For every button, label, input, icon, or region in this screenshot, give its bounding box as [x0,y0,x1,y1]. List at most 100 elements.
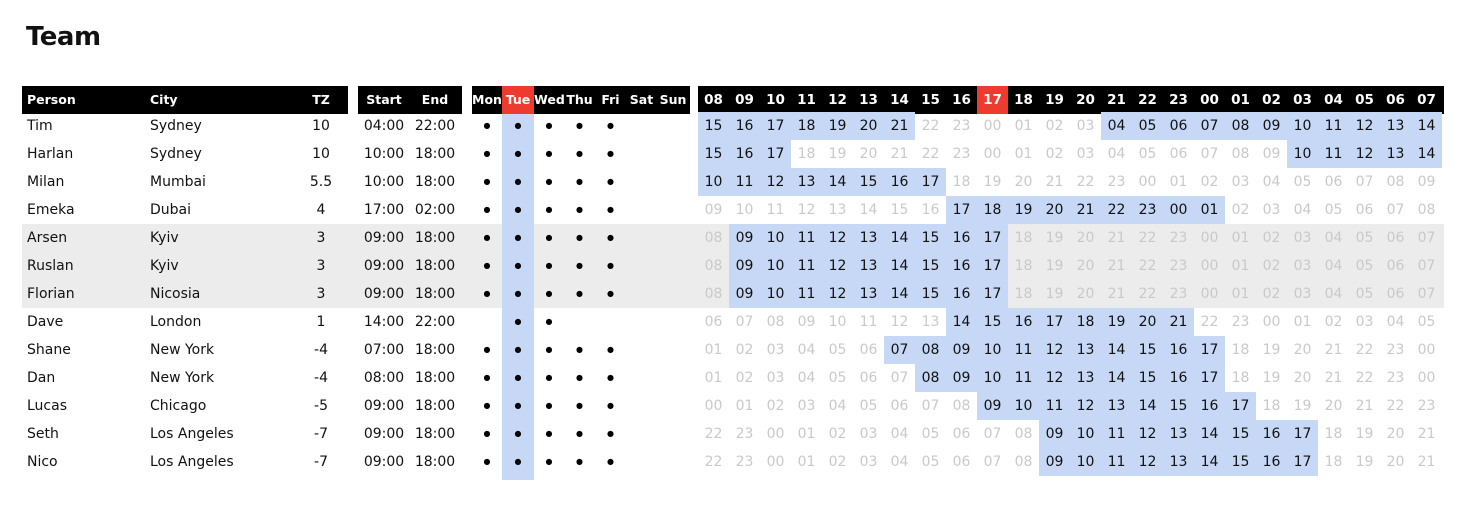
local-hour-cell: 14 [890,230,909,246]
local-hour-cell: 19 [1355,426,1374,442]
person-name: Harlan [27,146,74,162]
local-hour-cell: 13 [1169,426,1188,442]
local-hour-cell: 08 [1231,146,1250,162]
header-hour-19: 19 [1045,92,1064,108]
local-hour-cell: 13 [1076,342,1095,358]
local-hour-cell: 03 [1262,202,1281,218]
local-hour-cell: 11 [859,314,878,330]
local-hour-cell: 23 [952,118,971,134]
header-day-thu: Thu [566,92,593,107]
local-hour-cell: 00 [983,146,1002,162]
local-hour-cell: 09 [797,314,816,330]
header-hour-07: 07 [1417,92,1436,108]
header-hour-01: 01 [1231,92,1250,108]
workday-dot-fri: ● [607,289,614,298]
local-hour-cell: 02 [828,426,847,442]
local-hour-cell: 21 [1324,342,1343,358]
header-hour-11: 11 [797,92,816,108]
local-hour-cell: 21 [1355,398,1374,414]
local-hour-cell: 14 [1107,342,1126,358]
person-tz: 10 [312,146,330,162]
local-hour-cell: 11 [1107,454,1126,470]
workday-dot-tue: ● [514,429,522,438]
local-hour-cell: 23 [1169,230,1188,246]
local-hour-cell: 15 [1138,370,1157,386]
local-hour-cell: 14 [890,258,909,274]
local-hour-cell: 21 [1324,370,1343,386]
local-hour-cell: 13 [1169,454,1188,470]
workday-dot-wed: ● [545,177,553,186]
local-hour-cell: 15 [921,230,940,246]
workday-dot-tue: ● [514,289,522,298]
local-hour-cell: 09 [735,258,754,274]
local-hour-cell: 04 [1324,230,1343,246]
local-hour-cell: 02 [1231,202,1250,218]
workday-dot-wed: ● [545,149,553,158]
local-hour-cell: 10 [1293,146,1312,162]
local-hour-cell: 13 [1107,398,1126,414]
start-time: 10:00 [363,146,405,162]
local-hour-cell: 20 [1076,286,1095,302]
workday-dot-tue: ● [514,177,522,186]
local-hour-cell: 18 [983,202,1002,218]
person-name: Florian [27,286,75,302]
workday-dot-tue: ● [514,317,522,326]
person-tz: -4 [314,342,328,358]
local-hour-cell: 14 [1200,454,1219,470]
person-city: New York [150,342,215,358]
local-hour-cell: 01 [1014,146,1033,162]
local-hour-cell: 04 [1262,174,1281,190]
header-city: City [150,92,178,107]
workday-dot-wed: ● [545,317,553,326]
local-hour-cell: 11 [1045,398,1064,414]
local-hour-cell: 12 [828,258,847,274]
local-hour-cell: 06 [1324,174,1343,190]
local-hour-cell: 05 [1293,174,1312,190]
local-hour-cell: 02 [1200,174,1219,190]
person-city: Nicosia [150,286,201,302]
workday-dot-mon: ● [483,345,491,354]
local-hour-cell: 03 [1355,314,1374,330]
local-hour-cell: 03 [859,426,878,442]
workday-dot-thu: ● [576,177,583,186]
workday-dot-wed: ● [545,429,553,438]
workday-dot-tue: ● [514,233,522,242]
local-hour-cell: 00 [766,426,785,442]
local-hour-cell: 21 [890,146,909,162]
local-hour-cell: 10 [766,258,785,274]
workday-dot-thu: ● [576,401,583,410]
local-hour-cell: 01 [735,398,754,414]
local-hour-cell: 07 [983,454,1002,470]
workday-dot-fri: ● [607,177,614,186]
workday-dot-thu: ● [576,261,583,270]
local-hour-cell: 01 [704,370,723,386]
local-hour-cell: 11 [1324,146,1343,162]
local-hour-cell: 03 [1293,258,1312,274]
end-time: 18:00 [414,174,456,190]
local-hour-cell: 22 [921,118,940,134]
local-hour-cell: 09 [983,398,1002,414]
end-time: 18:00 [414,258,456,274]
local-hour-cell: 16 [921,202,940,218]
local-hour-cell: 18 [797,146,816,162]
local-hour-cell: 00 [1200,286,1219,302]
local-hour-cell: 17 [1200,342,1219,358]
local-hour-cell: 16 [1200,398,1219,414]
local-hour-cell: 17 [1293,426,1312,442]
local-hour-cell: 18 [1014,230,1033,246]
header-hour-05: 05 [1355,92,1374,108]
workday-dot-wed: ● [545,401,553,410]
person-name: Ruslan [27,258,74,274]
local-hour-cell: 20 [1293,370,1312,386]
person-tz: 1 [316,314,326,330]
local-hour-cell: 20 [859,118,878,134]
local-hour-cell: 02 [1262,286,1281,302]
local-hour-cell: 16 [952,286,971,302]
local-hour-cell: 06 [952,426,971,442]
local-hour-cell: 19 [983,174,1002,190]
local-hour-cell: 05 [921,426,940,442]
header-hour-06: 06 [1386,92,1405,108]
local-hour-cell: 11 [766,202,785,218]
workday-dot-thu: ● [576,289,583,298]
local-hour-cell: 10 [1076,426,1095,442]
